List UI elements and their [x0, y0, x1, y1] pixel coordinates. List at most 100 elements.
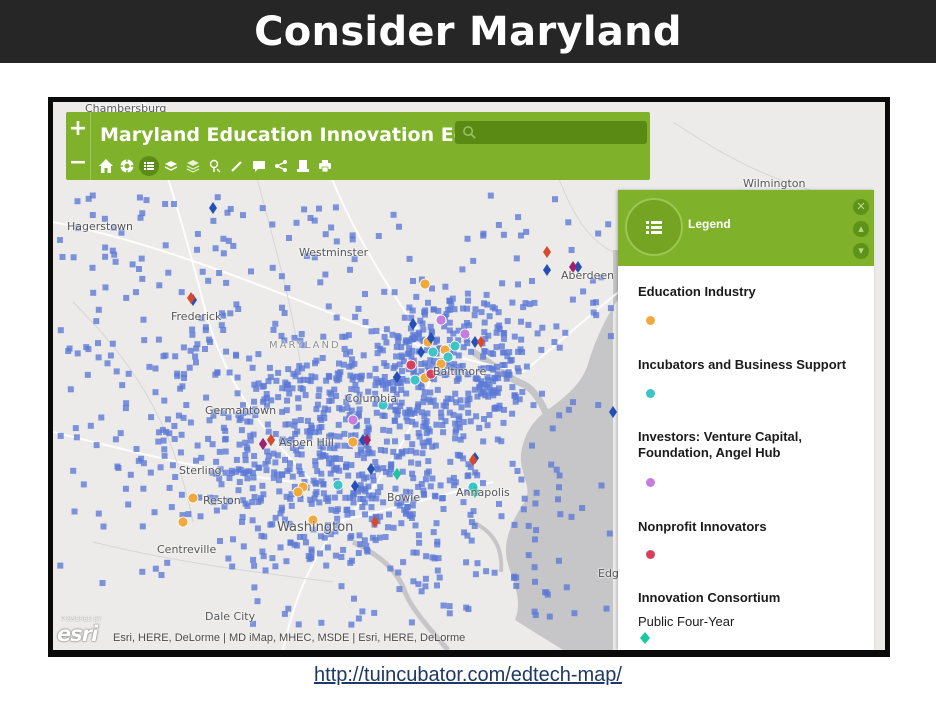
map-marker-square[interactable]: [262, 567, 269, 574]
map-marker-square[interactable]: [272, 459, 279, 466]
map-marker-square[interactable]: [398, 520, 405, 527]
map-marker-square[interactable]: [412, 333, 418, 340]
map-marker-square[interactable]: [496, 501, 502, 507]
map-marker-square[interactable]: [320, 333, 327, 340]
map-marker-square[interactable]: [485, 377, 492, 384]
map-marker-square[interactable]: [137, 214, 144, 221]
map-marker-square[interactable]: [373, 409, 380, 416]
map-marker-square[interactable]: [466, 322, 473, 329]
map-marker-square[interactable]: [533, 489, 540, 496]
map-marker-square[interactable]: [257, 495, 264, 502]
map-marker-square[interactable]: [222, 436, 228, 443]
map-marker-square[interactable]: [530, 402, 537, 409]
map-marker-square[interactable]: [453, 377, 460, 384]
map-marker-square[interactable]: [348, 407, 355, 414]
map-marker-square[interactable]: [207, 339, 214, 345]
map-marker-square[interactable]: [152, 565, 159, 572]
map-marker-square[interactable]: [531, 564, 538, 571]
map-marker-square[interactable]: [350, 493, 357, 500]
map-marker-square[interactable]: [429, 475, 436, 482]
map-marker-square[interactable]: [112, 258, 119, 265]
map-marker-square[interactable]: [538, 346, 545, 353]
map-marker-square[interactable]: [192, 353, 199, 360]
map-marker-square[interactable]: [432, 493, 439, 500]
map-marker-square[interactable]: [249, 364, 256, 371]
map-marker-square[interactable]: [377, 447, 384, 453]
map-marker-square[interactable]: [520, 506, 527, 513]
map-marker-square[interactable]: [511, 521, 518, 528]
map-marker-square[interactable]: [164, 559, 171, 566]
map-marker-square[interactable]: [281, 310, 288, 316]
map-marker-square[interactable]: [493, 344, 500, 351]
map-marker-square[interactable]: [403, 448, 409, 455]
map-marker-square[interactable]: [269, 521, 276, 528]
map-marker-square[interactable]: [433, 421, 440, 428]
map-marker-square[interactable]: [250, 431, 257, 438]
map-marker-square[interactable]: [325, 406, 332, 413]
map-marker-square[interactable]: [403, 390, 410, 397]
map-marker-square[interactable]: [80, 481, 87, 488]
map-marker-square[interactable]: [372, 382, 379, 389]
map-marker-square[interactable]: [532, 536, 538, 543]
map-marker-square[interactable]: [376, 534, 383, 541]
map-marker-square[interactable]: [339, 406, 345, 413]
map-marker-circle[interactable]: [459, 328, 471, 340]
map-marker-square[interactable]: [505, 369, 512, 376]
map-marker-square[interactable]: [319, 355, 326, 361]
map-marker-square[interactable]: [434, 541, 441, 548]
map-marker-square[interactable]: [216, 448, 223, 455]
map-marker-square[interactable]: [419, 450, 426, 457]
map-marker-square[interactable]: [186, 364, 193, 371]
map-marker-square[interactable]: [297, 377, 304, 384]
map-marker-square[interactable]: [506, 349, 513, 356]
map-marker-square[interactable]: [246, 355, 253, 362]
map-marker-square[interactable]: [317, 414, 323, 421]
map-marker-square[interactable]: [542, 589, 549, 596]
map-marker-square[interactable]: [553, 466, 560, 473]
map-marker-square[interactable]: [284, 397, 290, 404]
map-marker-square[interactable]: [146, 363, 153, 370]
map-marker-square[interactable]: [393, 353, 400, 360]
map-marker-square[interactable]: [396, 586, 403, 593]
map-marker-square[interactable]: [325, 303, 332, 310]
map-marker-square[interactable]: [317, 550, 323, 557]
map-marker-square[interactable]: [298, 331, 305, 337]
map-marker-square[interactable]: [317, 279, 324, 286]
chevron-up-icon[interactable]: ▴: [853, 221, 869, 237]
map-marker-square[interactable]: [501, 330, 507, 336]
map-marker-square[interactable]: [152, 365, 159, 372]
map-marker-square[interactable]: [165, 269, 172, 276]
map-marker-square[interactable]: [478, 390, 484, 397]
map-marker-square[interactable]: [157, 464, 164, 471]
map-marker-square[interactable]: [385, 380, 392, 387]
map-marker-square[interactable]: [473, 413, 480, 420]
map-marker-square[interactable]: [552, 196, 558, 203]
map-marker-square[interactable]: [372, 459, 379, 465]
print-preview-icon[interactable]: [293, 156, 313, 176]
map-marker-square[interactable]: [165, 416, 171, 423]
comment-icon[interactable]: [249, 156, 269, 176]
map-marker-square[interactable]: [375, 233, 382, 239]
map-marker-square[interactable]: [345, 472, 352, 479]
map-marker-square[interactable]: [249, 499, 256, 506]
map-marker-square[interactable]: [229, 563, 236, 570]
map-marker-square[interactable]: [434, 386, 441, 393]
map-marker-square[interactable]: [85, 346, 92, 353]
map-marker-square[interactable]: [511, 333, 518, 340]
map-marker-square[interactable]: [404, 504, 411, 511]
map-marker-square[interactable]: [399, 368, 405, 375]
map-marker-square[interactable]: [368, 328, 375, 335]
map-marker-square[interactable]: [415, 460, 422, 467]
map-marker-square[interactable]: [580, 288, 587, 295]
map-marker-square[interactable]: [220, 235, 227, 242]
map-marker-square[interactable]: [491, 374, 498, 381]
map-marker-square[interactable]: [509, 299, 516, 306]
map-marker-circle[interactable]: [347, 414, 359, 426]
map-marker-square[interactable]: [74, 198, 81, 205]
map-marker-square[interactable]: [348, 462, 355, 469]
map-marker-square[interactable]: [555, 557, 562, 564]
map-marker-square[interactable]: [429, 285, 435, 292]
map-marker-square[interactable]: [551, 339, 558, 345]
map-marker-square[interactable]: [447, 458, 454, 465]
map-marker-square[interactable]: [73, 434, 80, 441]
